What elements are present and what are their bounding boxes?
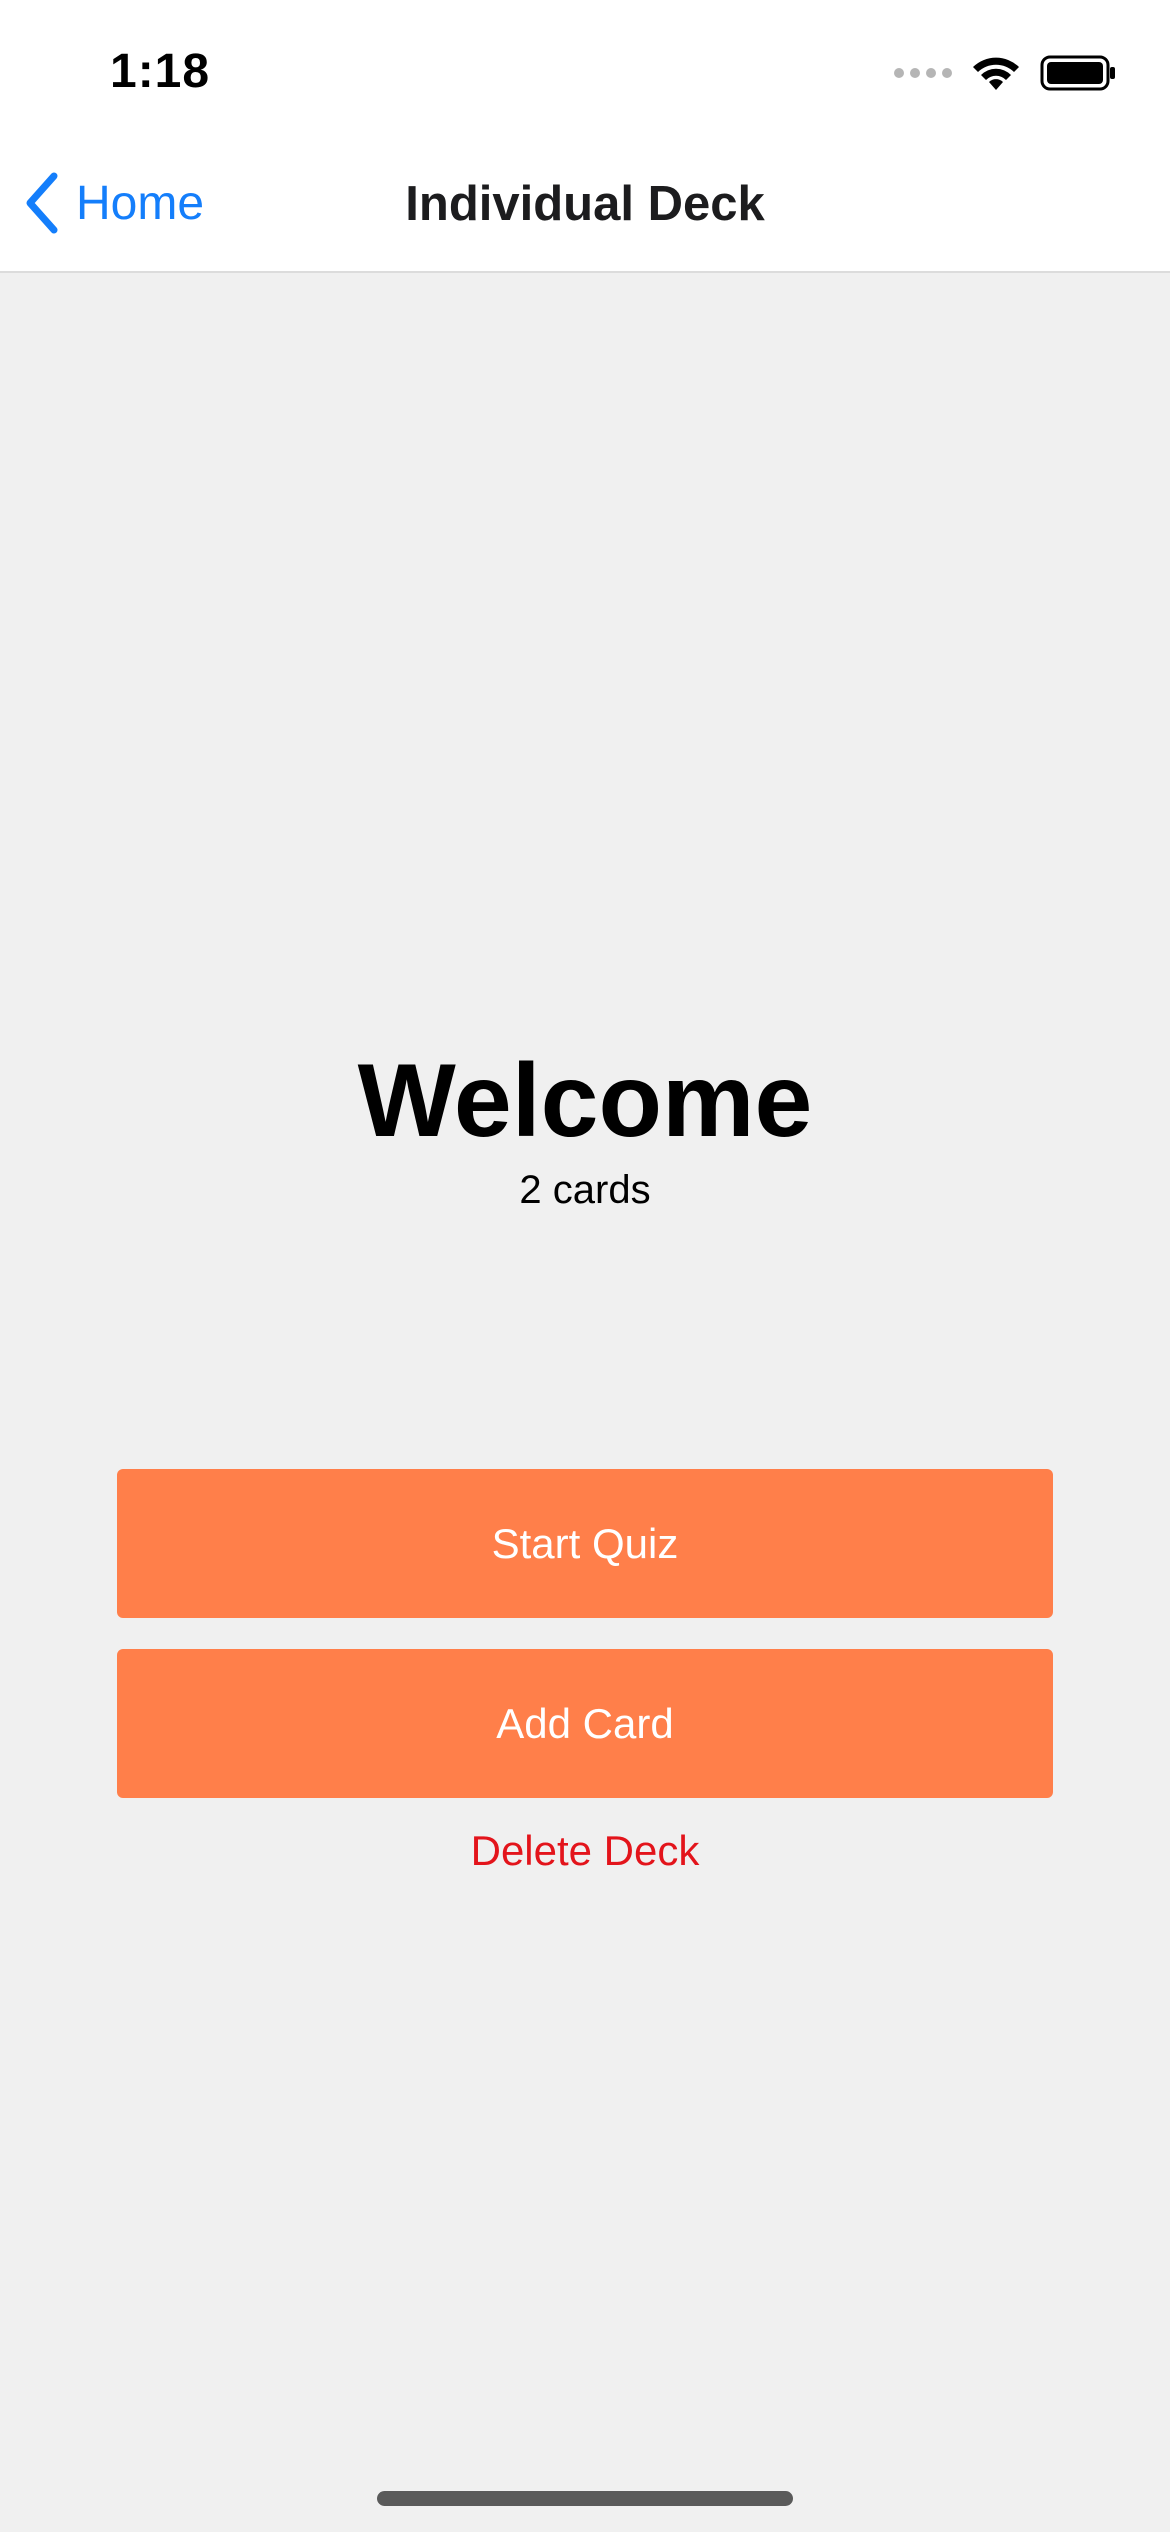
card-count: 2 cards (519, 1168, 651, 1212)
wifi-icon (973, 57, 1019, 90)
battery-icon (1040, 55, 1115, 91)
cellular-signal-icon (894, 68, 952, 78)
delete-deck-button[interactable]: Delete Deck (0, 1827, 1170, 1875)
start-quiz-label: Start Quiz (491, 1519, 679, 1567)
page-title: Individual Deck (405, 177, 765, 231)
status-icons (894, 54, 1116, 92)
navigation-bar: Home Individual Deck (0, 140, 1170, 273)
add-card-button[interactable]: Add Card (117, 1649, 1053, 1798)
status-time: 1:18 (110, 45, 211, 98)
status-bar: 1:18 (0, 0, 1170, 140)
home-indicator[interactable] (377, 2491, 793, 2506)
add-card-label: Add Card (496, 1699, 674, 1747)
start-quiz-button[interactable]: Start Quiz (117, 1469, 1053, 1618)
deck-title: Welcome (357, 1043, 813, 1159)
